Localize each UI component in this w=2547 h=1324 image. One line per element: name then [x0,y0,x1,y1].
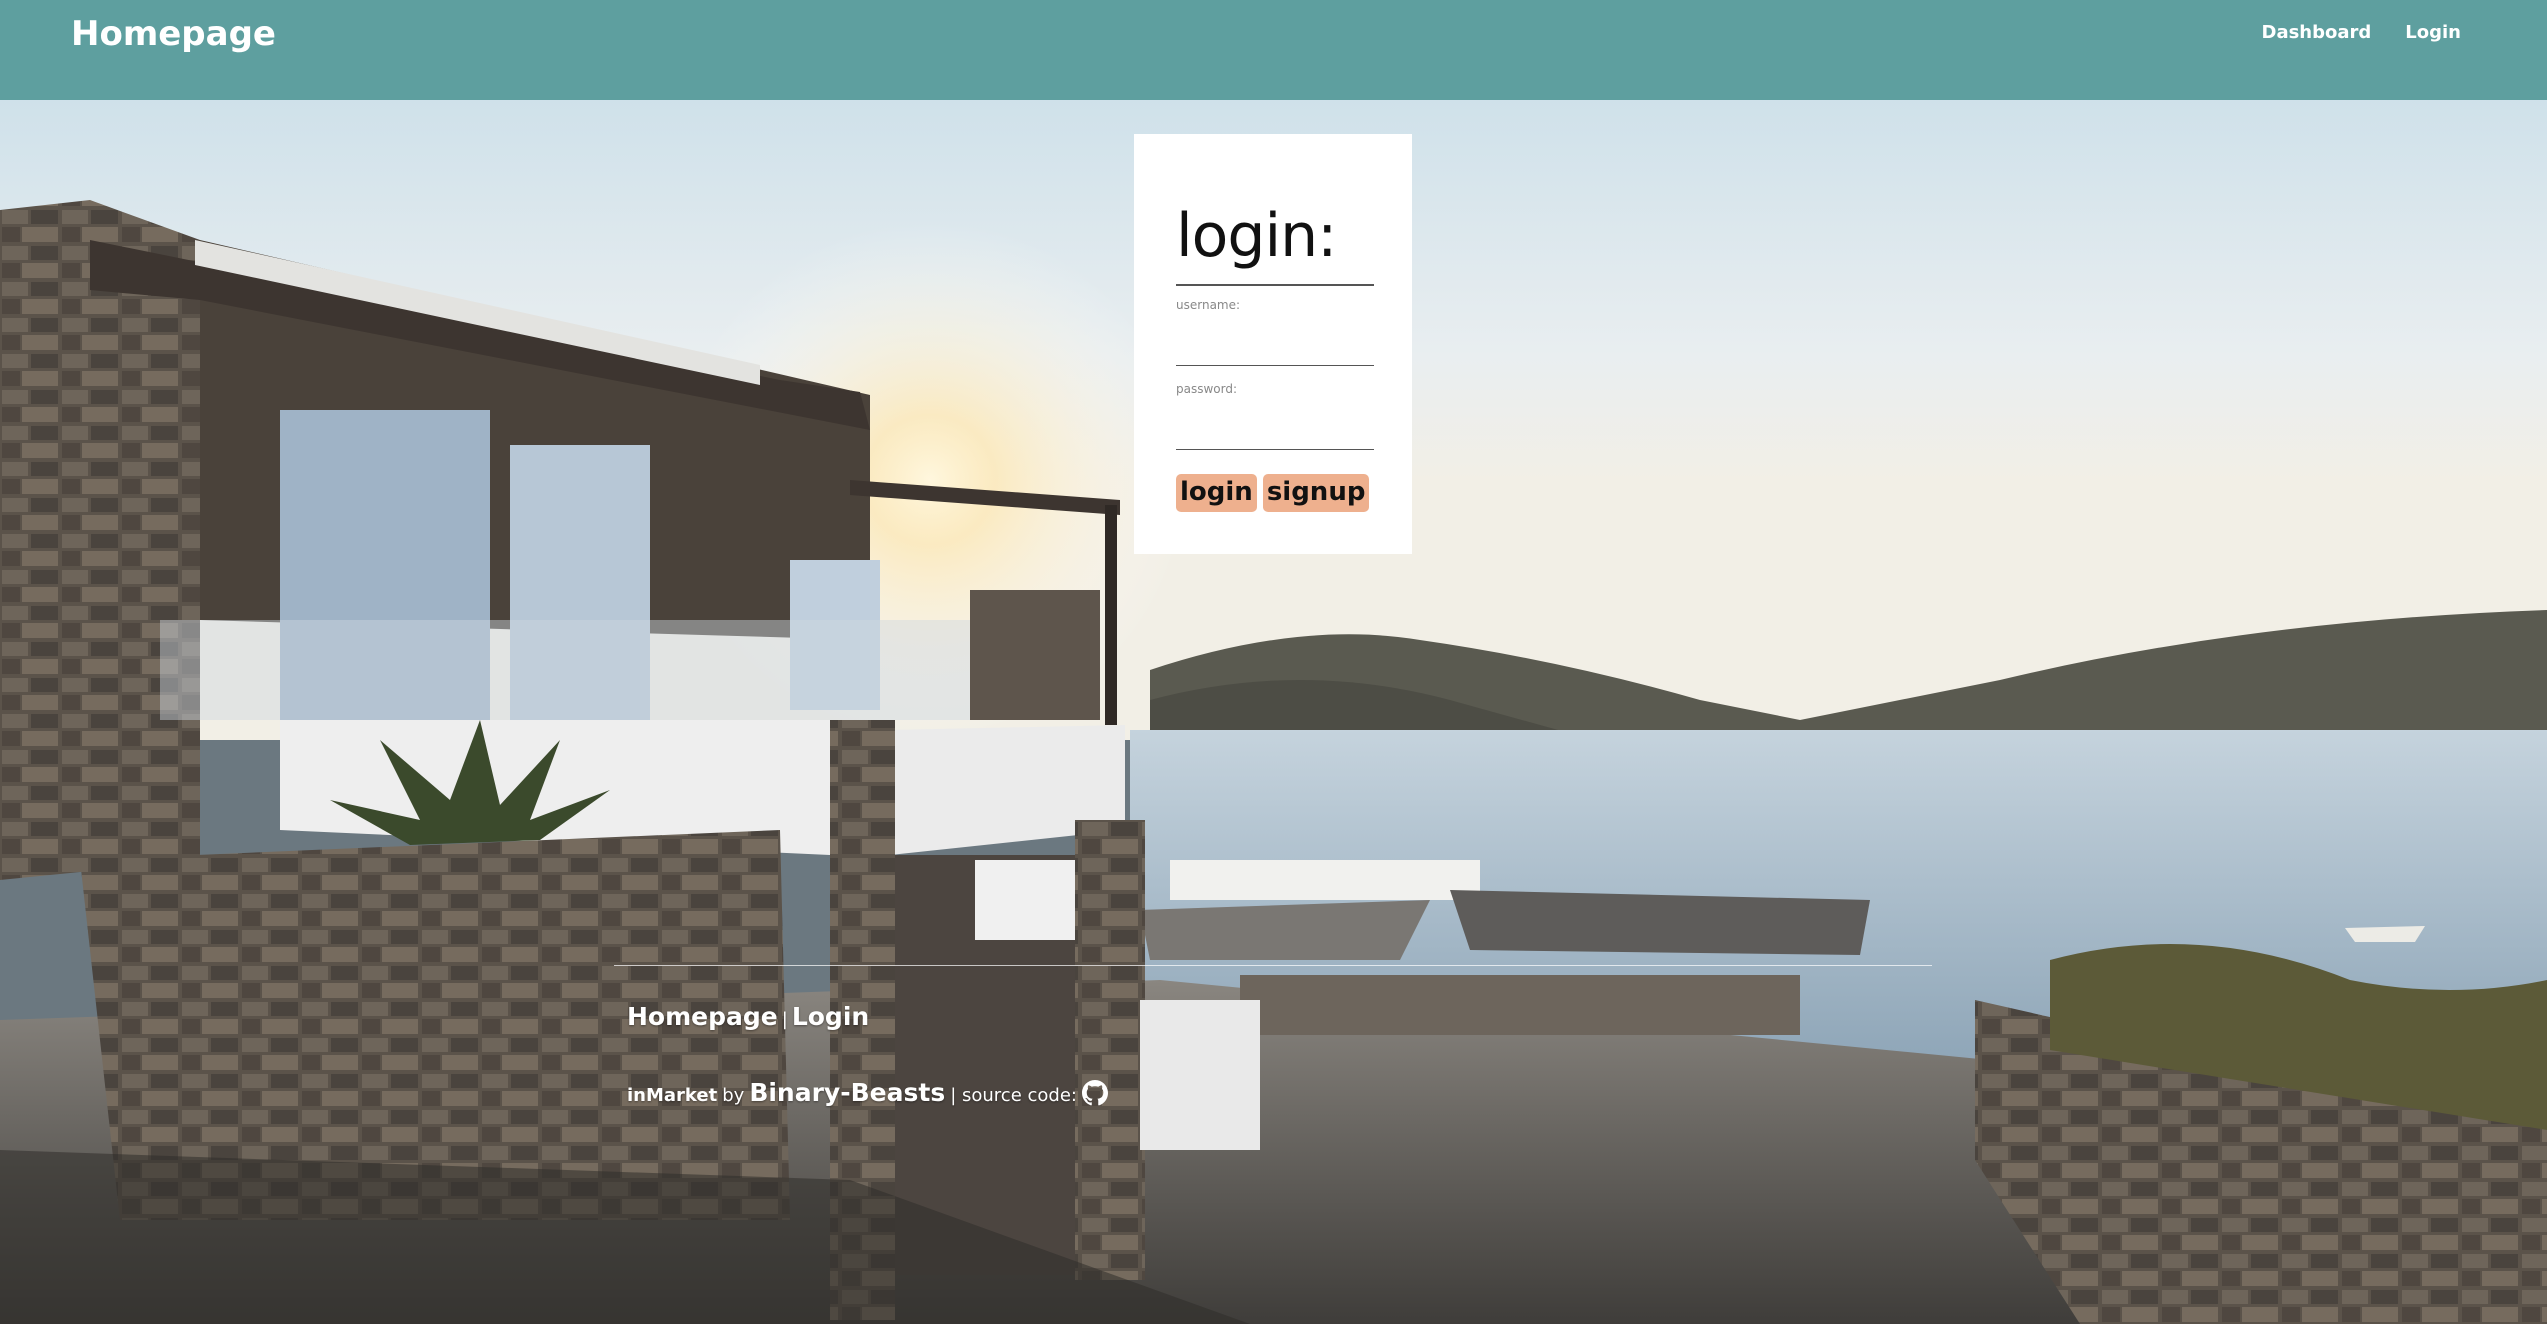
footer-link-login[interactable]: Login [792,1002,869,1031]
username-label: username: [1176,298,1241,312]
nav-link-login[interactable]: Login [2405,22,2461,43]
app-name: inMarket [627,1085,718,1106]
navbar: Homepage Dashboard Login [0,0,2547,100]
footer-credits: inMarket by Binary-Beasts | source code: [627,1078,1108,1107]
github-icon[interactable] [1081,1079,1108,1106]
button-row: login signup [1176,474,1372,512]
footer-separator: | [781,1009,788,1030]
signup-button[interactable]: signup [1262,474,1370,512]
login-title: login: [1176,206,1374,286]
footer-links: Homepage | Login [627,1002,869,1031]
login-button[interactable]: login [1176,474,1257,512]
password-label: password: [1176,382,1238,396]
source-code-label: | source code: [950,1085,1077,1106]
username-field: username: [1176,298,1374,366]
footer-divider [614,965,1932,966]
nav-link-dashboard[interactable]: Dashboard [2262,22,2372,43]
footer-link-homepage[interactable]: Homepage [627,1002,778,1031]
team-link[interactable]: Binary-Beasts [749,1078,945,1107]
password-input[interactable] [1176,396,1374,450]
credits-by: by [722,1085,745,1106]
brand-link[interactable]: Homepage [71,14,276,54]
username-input[interactable] [1176,312,1374,366]
password-field: password: [1176,382,1374,450]
login-card: login: username: password: login signup [1134,134,1412,554]
nav-links: Dashboard Login [2262,22,2462,43]
